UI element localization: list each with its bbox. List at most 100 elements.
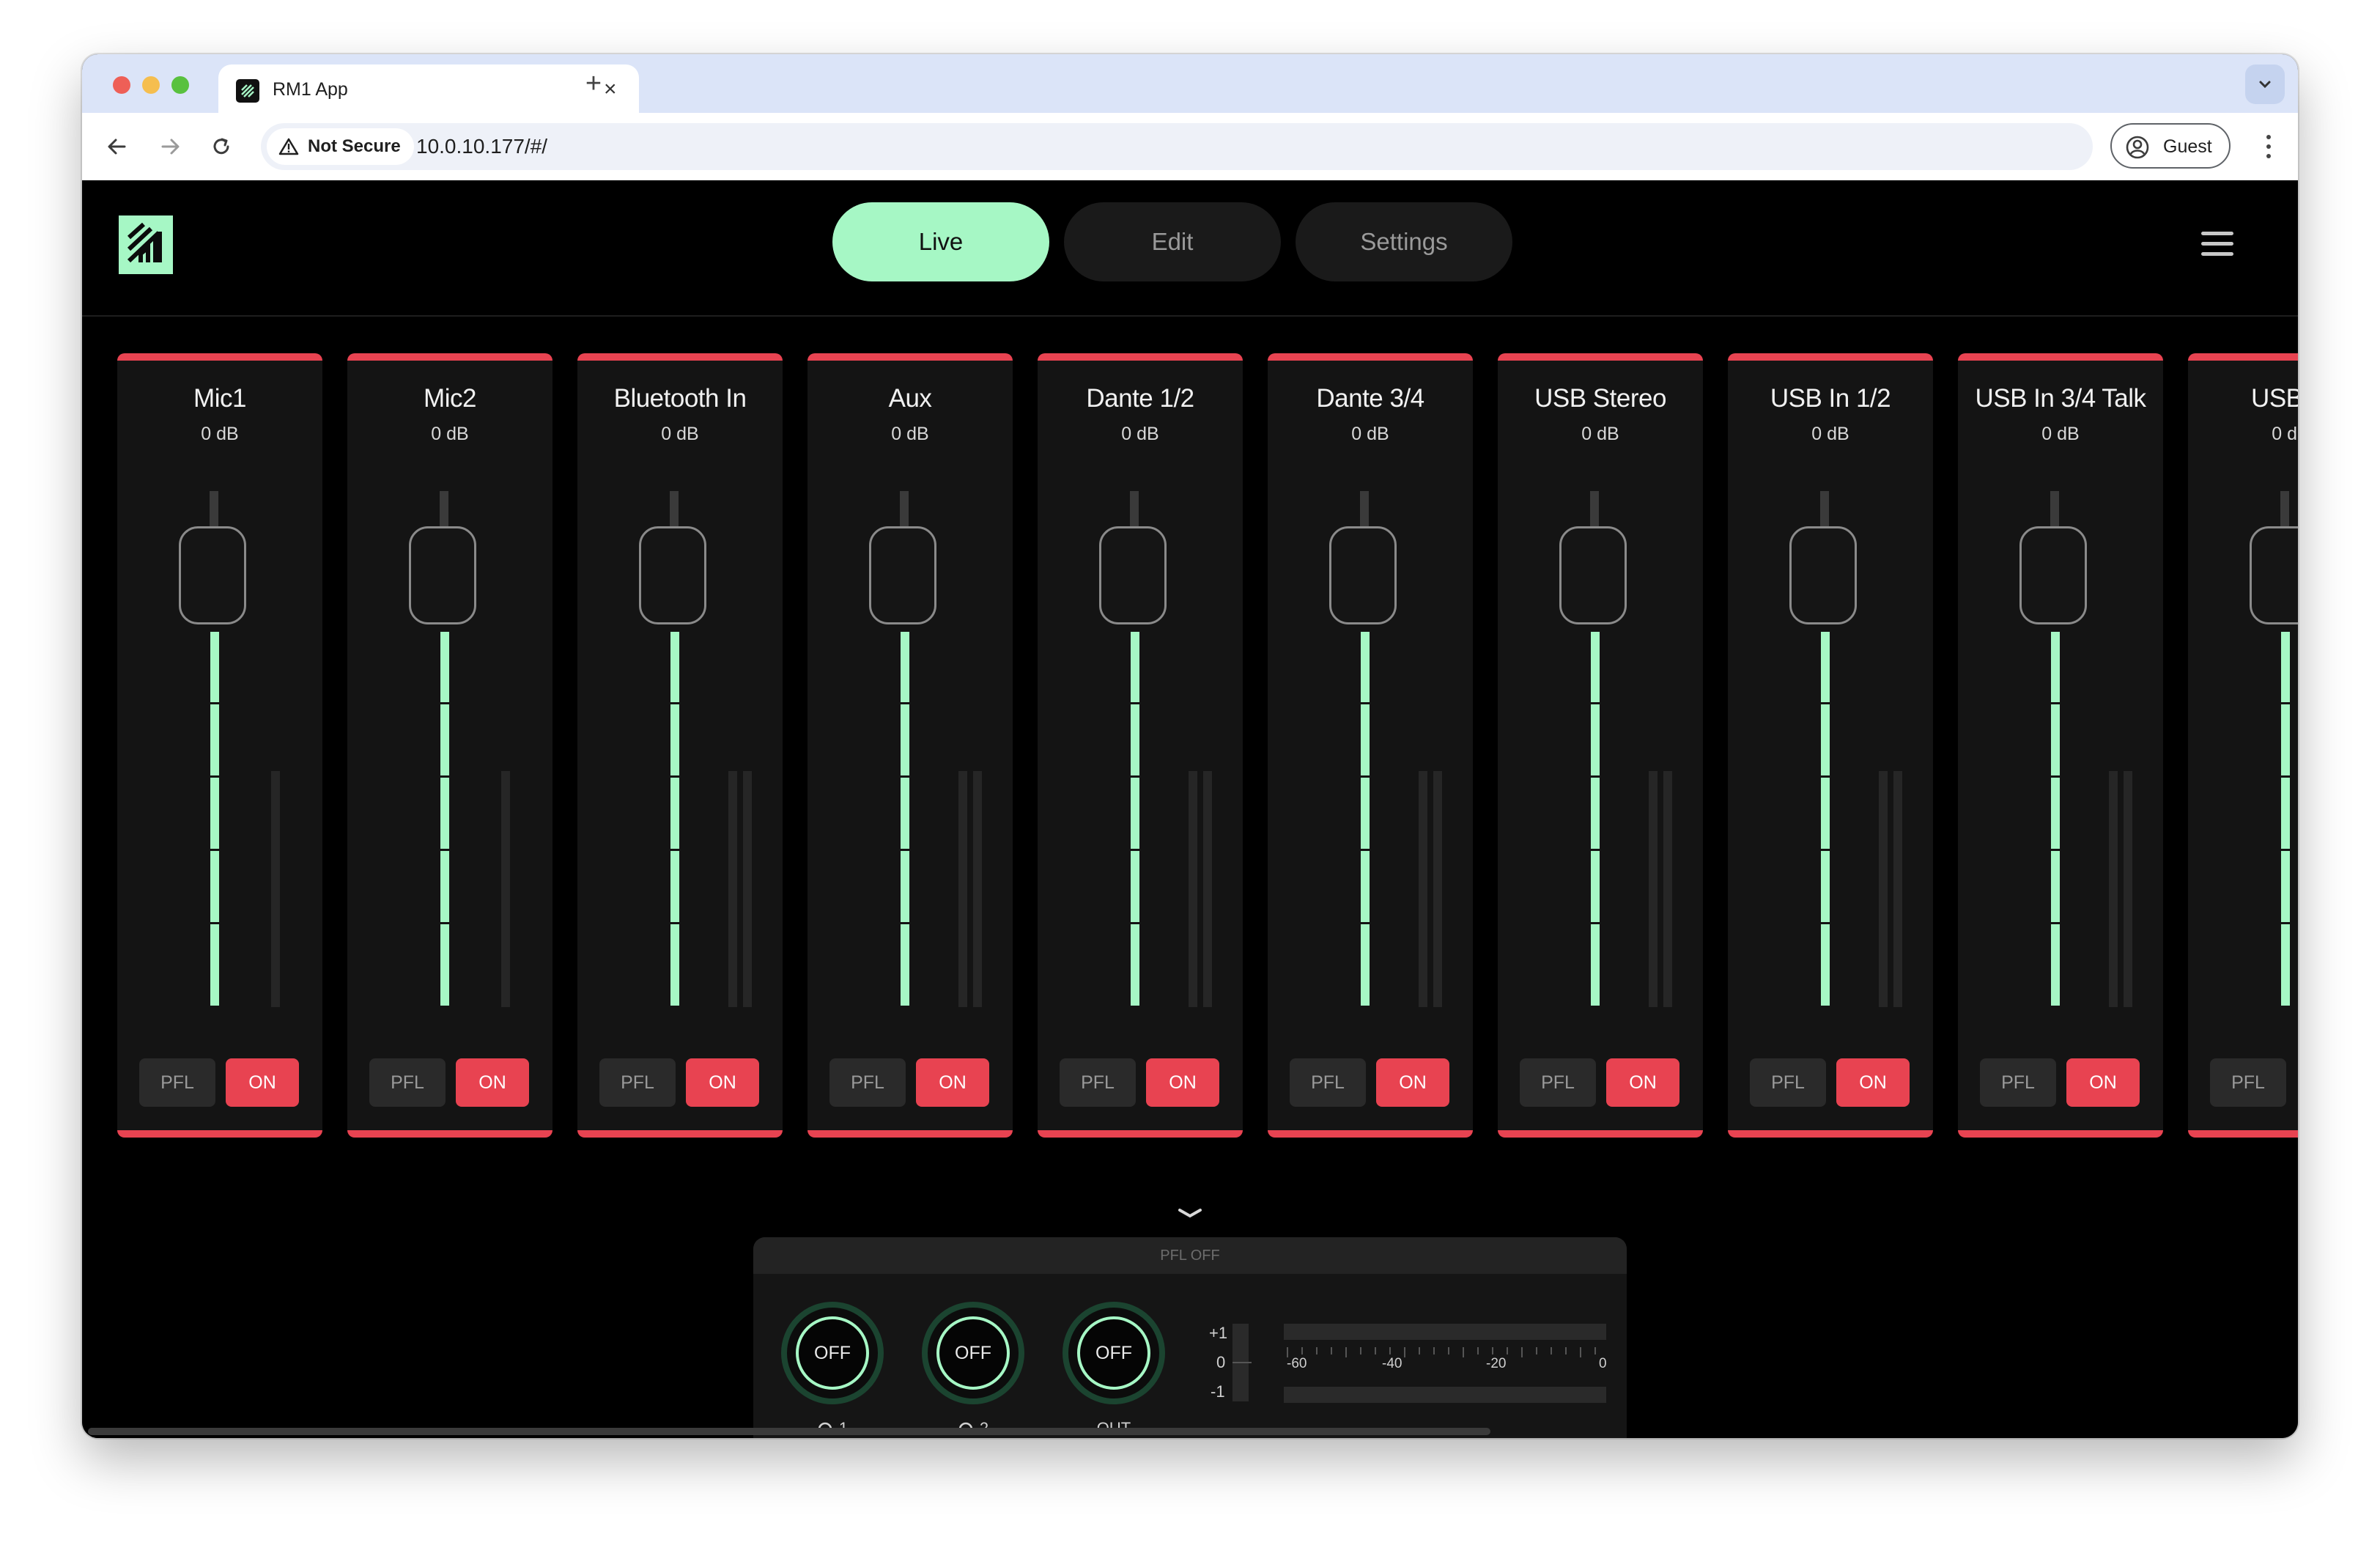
channel-pfl-button[interactable]: PFL	[1980, 1058, 2056, 1107]
fader-handle[interactable]	[639, 526, 706, 624]
meter-tick	[1331, 1347, 1332, 1354]
fader-handle[interactable]	[179, 526, 246, 624]
rm1-app: Live Edit Settings Mic1 0 dB PFL ON Mic2 0 dB…	[82, 180, 2298, 1438]
collapse-chevron-icon[interactable]	[1177, 1206, 1203, 1221]
address-bar[interactable]: Not Secure 10.0.10.177/#/	[261, 123, 2093, 170]
output-knob[interactable]: OFF	[1062, 1302, 1165, 1404]
channel-name: Bluetooth In	[613, 384, 747, 413]
headphone-2-knob[interactable]: OFF	[922, 1302, 1024, 1404]
level-meter-right	[1893, 771, 1902, 1007]
fader-handle[interactable]	[2250, 526, 2298, 624]
level-meter-left	[728, 771, 737, 1007]
arrow-right-icon	[161, 139, 180, 155]
meter-tick	[1463, 1347, 1464, 1357]
output-meter-top	[1284, 1324, 1606, 1340]
channel-on-button[interactable]: ON	[1836, 1058, 1910, 1107]
level-meter-left	[1879, 771, 1888, 1007]
channel-strips: Mic1 0 dB PFL ON Mic2 0 dB PFL ON Bluetooth In 0 …	[117, 353, 2298, 1145]
fader-handle[interactable]	[869, 526, 936, 624]
fader-rail	[1130, 491, 1139, 529]
meter-scale-label: 0	[1599, 1356, 1607, 1371]
meter-scale-label: -40	[1382, 1356, 1402, 1371]
channel-pfl-button[interactable]: PFL	[1750, 1058, 1826, 1107]
channel-on-button[interactable]: ON	[686, 1058, 759, 1107]
fader-handle[interactable]	[1789, 526, 1857, 624]
channel-pfl-button[interactable]: PFL	[139, 1058, 215, 1107]
channel-on-button[interactable]: ON	[456, 1058, 529, 1107]
channel-gain: 0 dB	[1121, 424, 1159, 444]
security-chip[interactable]: Not Secure	[267, 128, 414, 165]
meter-tick	[1492, 1347, 1493, 1354]
channel-gain: 0 dB	[201, 424, 239, 444]
channel-pfl-button[interactable]: PFL	[829, 1058, 906, 1107]
close-window-button[interactable]	[113, 76, 130, 94]
level-meter-left	[1189, 771, 1197, 1007]
channel-pfl-button[interactable]: PFL	[1060, 1058, 1136, 1107]
browser-menu-button[interactable]	[2254, 128, 2283, 166]
meter-tick	[1551, 1347, 1552, 1354]
nav-live-button[interactable]: Live	[832, 202, 1049, 281]
fader-rail	[2280, 491, 2289, 529]
fader-level	[210, 632, 219, 1006]
forward-button[interactable]	[151, 128, 189, 166]
channel-on-button[interactable]: ON	[916, 1058, 989, 1107]
level-meter-right	[973, 771, 982, 1007]
level-meter-right	[743, 771, 752, 1007]
channel-strip: Dante 1/2 0 dB PFL ON	[1038, 353, 1243, 1138]
channel-pfl-button[interactable]: PFL	[1520, 1058, 1596, 1107]
meter-tick	[1594, 1347, 1596, 1354]
channel-on-button[interactable]: ON	[226, 1058, 299, 1107]
channel-strip: Bluetooth In 0 dB PFL ON	[577, 353, 783, 1138]
minimize-window-button[interactable]	[142, 76, 160, 94]
rm1-favicon-icon	[236, 79, 259, 103]
channel-pfl-button[interactable]: PFL	[599, 1058, 676, 1107]
fader-handle[interactable]	[1329, 526, 1397, 624]
level-meter-right	[2124, 771, 2132, 1007]
channel-on-button[interactable]: ON	[1146, 1058, 1219, 1107]
fader-handle[interactable]	[1559, 526, 1627, 624]
channel-pfl-button[interactable]: PFL	[1290, 1058, 1366, 1107]
meter-scale-label: -60	[1287, 1356, 1307, 1371]
nav-edit-button[interactable]: Edit	[1064, 202, 1281, 281]
channel-gain: 0 dB	[661, 424, 699, 444]
tab-search-button[interactable]	[2245, 64, 2285, 104]
reload-button[interactable]	[202, 128, 240, 166]
channel-on-button[interactable]: ON	[1606, 1058, 1679, 1107]
channel-gain: 0 dB	[1351, 424, 1389, 444]
nav-settings-button[interactable]: Settings	[1296, 202, 1512, 281]
back-button[interactable]	[98, 128, 136, 166]
meter-tick	[1565, 1347, 1567, 1354]
channel-on-button[interactable]: ON	[2066, 1058, 2140, 1107]
reload-icon	[213, 138, 229, 155]
fader-rail	[2050, 491, 2059, 529]
channel-on-button[interactable]: ON	[1376, 1058, 1449, 1107]
headphone-1-knob[interactable]: OFF	[781, 1302, 884, 1404]
url-text[interactable]: 10.0.10.177/#/	[416, 135, 547, 158]
horizontal-scrollbar[interactable]	[88, 1428, 1490, 1435]
browser-toolbar: Not Secure 10.0.10.177/#/ Guest	[82, 113, 2298, 182]
fader-rail	[1820, 491, 1829, 529]
level-meter-left	[2109, 771, 2118, 1007]
channel-name: Mic1	[193, 384, 246, 413]
channel-name: USB In	[2251, 384, 2298, 413]
balance-zero-line	[1232, 1362, 1252, 1363]
fader-rail	[1360, 491, 1369, 529]
channel-name: Dante 3/4	[1316, 384, 1424, 413]
menu-icon[interactable]	[2201, 232, 2233, 257]
fader-handle[interactable]	[409, 526, 476, 624]
fader-level	[670, 632, 679, 1006]
fader-handle[interactable]	[2019, 526, 2087, 624]
maximize-window-button[interactable]	[171, 76, 189, 94]
balance-scale-label: -1	[1211, 1382, 1225, 1401]
warning-icon	[278, 138, 299, 155]
meter-tick	[1507, 1347, 1508, 1354]
fader-level	[1591, 632, 1600, 1006]
channel-strip: USB In 3/4 Talk 0 dB PFL ON	[1958, 353, 2163, 1138]
profile-button[interactable]: Guest	[2110, 123, 2231, 169]
fader-handle[interactable]	[1099, 526, 1167, 624]
new-tab-button[interactable]: +	[572, 66, 616, 103]
fader-rail	[440, 491, 448, 529]
fader-level	[2281, 632, 2290, 1006]
channel-pfl-button[interactable]: PFL	[369, 1058, 446, 1107]
channel-pfl-button[interactable]: PFL	[2210, 1058, 2286, 1107]
